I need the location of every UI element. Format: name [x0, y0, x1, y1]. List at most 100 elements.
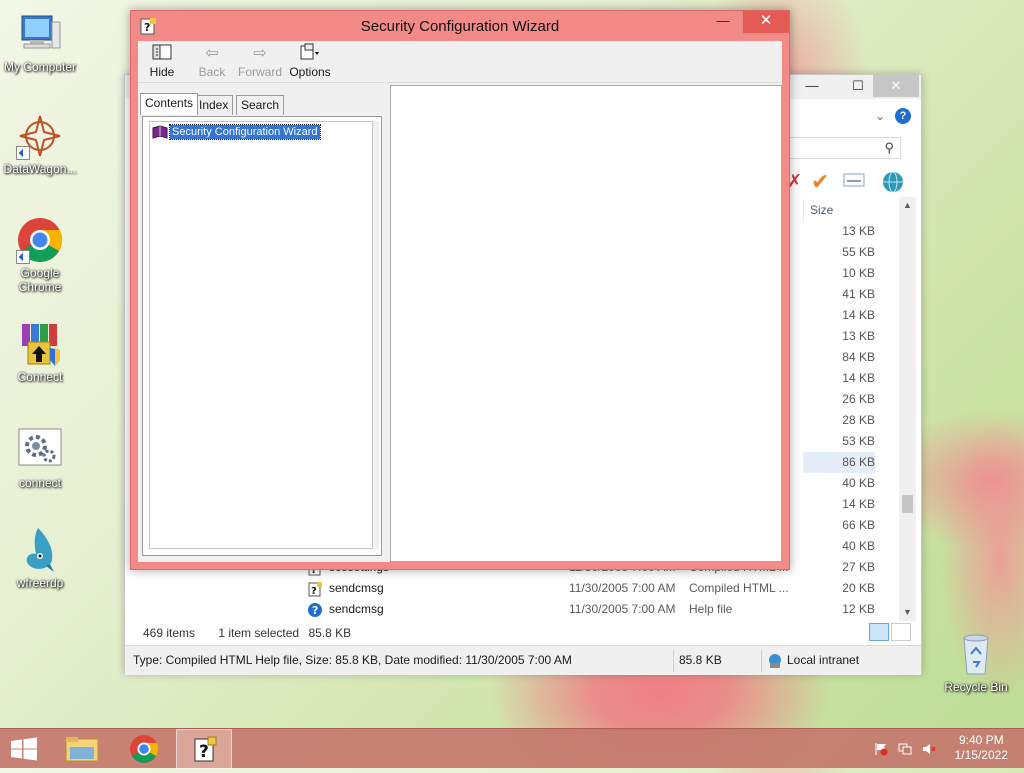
- help-icon[interactable]: ?: [895, 108, 911, 124]
- tab-index[interactable]: Index: [194, 95, 234, 115]
- help-window-client: Hide ⇦ Back ⇨ Forward Options Contents I…: [138, 41, 782, 562]
- scrollbar-thumb[interactable]: [902, 495, 913, 513]
- desktop-icon-wfreerdp[interactable]: wfreerdp: [0, 526, 80, 590]
- file-size-cell: 14 KB: [842, 308, 875, 322]
- file-size-text: 85.8 KB: [679, 653, 722, 667]
- file-details-text: Type: Compiled HTML Help file, Size: 85.…: [133, 653, 572, 667]
- help-navigation-pane: Contents Index Search Security Configura…: [138, 85, 386, 562]
- file-type: Compiled HTML ...: [689, 581, 789, 595]
- options-button[interactable]: Options: [286, 43, 334, 81]
- hide-pane-icon: [138, 43, 186, 65]
- tab-contents[interactable]: Contents: [140, 93, 199, 115]
- help-icon: ?: [307, 602, 323, 618]
- taskbar-help-viewer[interactable]: ?: [176, 729, 232, 769]
- file-size-cell: 13 KB: [842, 329, 875, 343]
- selection-count: 1 item selected: [218, 626, 300, 640]
- desktop-icon-recycle-bin[interactable]: Recycle Bin: [936, 630, 1016, 694]
- forward-button[interactable]: ⇨ Forward: [236, 43, 284, 81]
- checkmark-icon[interactable]: ✔: [811, 171, 835, 193]
- taskbar-file-explorer[interactable]: [54, 729, 110, 769]
- action-center-flag-icon[interactable]: [874, 742, 888, 756]
- back-arrow-icon: ⇦: [205, 45, 219, 62]
- datawagon-icon: [16, 112, 64, 160]
- file-size-cell: 14 KB: [842, 497, 875, 511]
- explorer-statusbar: Type: Compiled HTML Help file, Size: 85.…: [125, 645, 921, 675]
- explorer-address-bar[interactable]: ⌄ ?: [775, 105, 920, 129]
- globe-icon[interactable]: [881, 171, 905, 193]
- hide-button[interactable]: Hide: [138, 43, 186, 81]
- file-row[interactable]: ? sendcmsg 11/30/2005 7:00 AM Help file 12 K…: [305, 599, 875, 620]
- desktop-icon-connect-winrar[interactable]: Connect: [0, 320, 80, 384]
- properties-icon[interactable]: [843, 171, 867, 193]
- clock-date: 1/15/2022: [954, 748, 1008, 762]
- chevron-down-icon[interactable]: ⌄: [875, 109, 885, 123]
- desktop-icon-connect[interactable]: connect: [0, 426, 80, 490]
- desktop-icon-my-computer[interactable]: My Computer: [0, 10, 80, 74]
- help-minimize-button[interactable]: —: [708, 11, 738, 33]
- book-icon: [152, 125, 168, 139]
- file-size-cell: 10 KB: [842, 266, 875, 280]
- chrome-icon: [16, 216, 64, 264]
- file-size-cell: 86 KB: [803, 452, 875, 473]
- file-row[interactable]: ? sendcmsg 11/30/2005 7:00 AM Compiled HTML…: [305, 578, 875, 599]
- tree-item-security-configuration-wizard[interactable]: Security Configuration Wizard: [152, 123, 321, 140]
- explorer-close-button[interactable]: ✕: [873, 75, 919, 97]
- explorer-search-input[interactable]: ⚲: [775, 137, 901, 159]
- file-name: sendcmsg: [329, 602, 384, 616]
- scroll-down-icon[interactable]: ▼: [899, 604, 916, 621]
- file-date: 11/30/2005 7:00 AM: [569, 581, 676, 595]
- scroll-up-icon[interactable]: ▲: [899, 197, 916, 214]
- size-column-header[interactable]: Size: [803, 199, 883, 221]
- volume-muted-icon[interactable]: [922, 742, 936, 756]
- file-size-cell: 14 KB: [842, 371, 875, 385]
- details-view-icon[interactable]: [869, 623, 889, 641]
- folder-icon: [65, 737, 99, 762]
- item-count: 469 items: [143, 626, 196, 640]
- delete-x-icon[interactable]: ✗: [787, 171, 811, 193]
- help-close-button[interactable]: ✕: [743, 11, 789, 33]
- file-size-cell: 28 KB: [842, 413, 875, 427]
- size-column: 13 KB 55 KB 10 KB 41 KB 14 KB 13 KB 84 KB 14 KB…: [803, 221, 875, 557]
- help-window-title: Security Configuration Wizard: [360, 18, 560, 35]
- view-toggle: [867, 623, 911, 644]
- explorer-vertical-scrollbar[interactable]: ▲ ▼: [899, 197, 916, 621]
- desktop-icon-label: Recycle Bin: [944, 680, 1008, 694]
- start-button[interactable]: [0, 729, 48, 769]
- svg-text:?: ?: [199, 742, 209, 762]
- archive-icon: [16, 320, 64, 368]
- file-size-cell: 66 KB: [842, 518, 875, 532]
- selection-size: 85.8 KB: [308, 626, 352, 640]
- desktop-icon-google-chrome[interactable]: Google Chrome: [0, 216, 80, 294]
- help-toolbar: Hide ⇦ Back ⇨ Forward Options: [138, 41, 782, 83]
- help-content-pane[interactable]: [390, 85, 782, 562]
- file-size-cell: 40 KB: [842, 539, 875, 553]
- tree-scrollbar[interactable]: [373, 121, 379, 549]
- status-divider: [673, 650, 674, 672]
- clock-time: 9:40 PM: [958, 733, 1004, 747]
- status-divider: [761, 650, 762, 672]
- tab-search[interactable]: Search: [236, 95, 285, 115]
- forward-arrow-icon: ⇨: [253, 45, 267, 62]
- explorer-maximize-button[interactable]: ☐: [843, 75, 873, 97]
- explorer-minimize-button[interactable]: —: [797, 75, 827, 97]
- search-icon: ⚲: [884, 140, 894, 155]
- help-viewer-window[interactable]: ? Security Configuration Wizard — ☐ ✕ Hi…: [130, 10, 790, 570]
- help-window-titlebar[interactable]: ? Security Configuration Wizard — ☐ ✕: [131, 11, 789, 41]
- back-button[interactable]: ⇦ Back: [188, 43, 236, 81]
- system-clock[interactable]: 9:40 PM 1/15/2022: [955, 733, 1008, 763]
- desktop-icon-datawagon[interactable]: DataWagon...: [0, 112, 80, 176]
- network-icon[interactable]: [898, 742, 912, 756]
- security-zone-text: Local intranet: [787, 653, 860, 667]
- file-name: sendcmsg: [329, 581, 384, 595]
- file-size: 27 KB: [842, 560, 875, 574]
- file-date: 11/30/2005 7:00 AM: [569, 602, 676, 616]
- desktop-icon-label: connect: [18, 476, 62, 490]
- shortcut-arrow-icon: [16, 146, 30, 160]
- large-icons-view-icon[interactable]: [891, 623, 911, 641]
- taskbar: ? 9:40 PM 1/15/2022: [0, 728, 1024, 769]
- svg-text:?: ?: [312, 604, 318, 617]
- contents-tree[interactable]: Security Configuration Wizard: [149, 121, 373, 549]
- settings-gear-icon: [16, 426, 64, 474]
- file-size-cell: 53 KB: [842, 434, 875, 448]
- taskbar-google-chrome[interactable]: [116, 729, 172, 769]
